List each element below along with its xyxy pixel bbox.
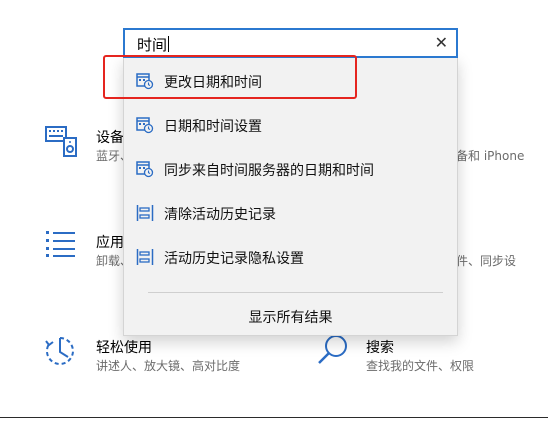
tile-ease-title: 轻松使用 bbox=[96, 340, 152, 356]
calendar-clock-icon bbox=[136, 161, 154, 178]
search-query: 时间 bbox=[137, 36, 168, 54]
suggestion-label: 更改日期和时间 bbox=[164, 75, 262, 91]
suggestion-item[interactable]: 清除活动历史记录 bbox=[124, 191, 457, 235]
tile-ease-subtitle: 讲述人、放大镜、高对比度 bbox=[96, 359, 241, 373]
show-all-results-link[interactable]: 显示所有结果 bbox=[124, 307, 457, 327]
tile-devices-subtitle-right: 备和 iPhone bbox=[456, 149, 525, 163]
suggestion-item[interactable]: 同步来自时间服务器的日期和时间 bbox=[124, 147, 457, 191]
suggestion-label: 同步来自时间服务器的日期和时间 bbox=[164, 163, 374, 179]
ease-of-access-icon bbox=[45, 337, 74, 365]
bottom-divider bbox=[0, 417, 548, 418]
search-magnifier-icon bbox=[318, 335, 347, 364]
apps-list-icon bbox=[46, 231, 75, 257]
suggestion-item[interactable]: 更改日期和时间 bbox=[124, 59, 457, 103]
suggestion-item[interactable]: 活动历史记录隐私设置 bbox=[124, 235, 457, 279]
text-caret bbox=[168, 36, 170, 52]
suggestion-label: 日期和时间设置 bbox=[164, 119, 262, 135]
search-suggestions-dropdown: 更改日期和时间 日期和时间设置 同步来自时间服务器的日期和时间 清除活动历史记录 bbox=[123, 57, 458, 336]
dropdown-divider bbox=[148, 292, 443, 293]
tile-devices-title: 设备 bbox=[96, 130, 124, 146]
search-input[interactable]: 时间 ✕ bbox=[123, 28, 458, 58]
search-input-text: 时间 bbox=[137, 34, 170, 55]
tile-apps-subtitle-right: 件、同步设 bbox=[456, 254, 517, 268]
tile-apps-title: 应用 bbox=[96, 235, 124, 251]
timeline-icon bbox=[136, 249, 154, 265]
tile-search-subtitle: 查找我的文件、权限 bbox=[366, 359, 475, 373]
keyboard-speaker-icon bbox=[45, 126, 77, 157]
tile-search-title: 搜索 bbox=[366, 340, 394, 356]
suggestion-item[interactable]: 日期和时间设置 bbox=[124, 103, 457, 147]
suggestion-label: 活动历史记录隐私设置 bbox=[164, 251, 304, 267]
timeline-icon bbox=[136, 205, 154, 221]
suggestion-label: 清除活动历史记录 bbox=[164, 207, 276, 223]
clear-search-button[interactable]: ✕ bbox=[435, 33, 448, 53]
calendar-clock-icon bbox=[136, 117, 154, 134]
calendar-clock-icon bbox=[136, 73, 154, 90]
